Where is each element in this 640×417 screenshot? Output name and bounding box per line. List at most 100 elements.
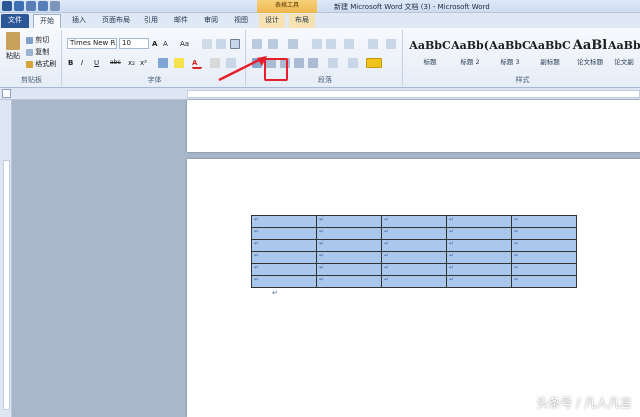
style-heading-3-sample: AaBbC — [489, 39, 531, 52]
tab-file[interactable]: 文件 — [1, 14, 29, 28]
save-icon[interactable] — [14, 1, 24, 11]
table-cell[interactable]: ↵ — [381, 215, 447, 228]
print-preview-icon[interactable] — [50, 1, 60, 11]
table-cell[interactable]: ↵ — [511, 275, 577, 288]
italic-button[interactable]: I — [81, 57, 90, 69]
vertical-ruler-scale[interactable] — [3, 160, 10, 410]
bold-button[interactable]: B — [68, 57, 77, 69]
table-cell[interactable]: ↵ — [251, 263, 317, 276]
table-cell[interactable]: ↵ — [251, 215, 317, 228]
table-cell[interactable]: ↵ — [446, 275, 512, 288]
paste-button[interactable]: 粘贴 — [4, 32, 22, 64]
copy-label: 复制 — [35, 48, 50, 56]
document-table[interactable]: ↵ ↵ ↵ ↵ ↵ ↵ ↵ ↵ ↵ ↵ ↵ ↵ ↵ ↵ ↵ ↵ ↵ ↵ ↵ ↵ ↵ ↵ ↵ ↵ ↵ ↵ ↵ ↵ ↵ ↵ — [251, 215, 577, 288]
tab-review[interactable]: 审阅 — [199, 14, 223, 28]
redo-icon[interactable] — [38, 1, 48, 11]
font-color-button[interactable]: A — [192, 57, 202, 69]
table-cell[interactable]: ↵ — [381, 263, 447, 276]
shrink-font-button[interactable]: A — [163, 38, 173, 50]
clear-format-icon[interactable] — [202, 39, 212, 49]
table-cell[interactable]: ↵ — [251, 239, 317, 252]
format-painter-label: 格式刷 — [35, 60, 57, 68]
undo-icon[interactable] — [26, 1, 36, 11]
page-previous — [187, 100, 640, 152]
table-cell[interactable]: ↵ — [446, 251, 512, 264]
page-current[interactable] — [187, 159, 640, 417]
ruler-scale[interactable] — [187, 90, 640, 98]
shading-icon[interactable] — [348, 58, 358, 68]
style-heading-2[interactable]: AaBb( 标题 2 — [449, 36, 491, 76]
table-cell[interactable]: ↵ — [446, 263, 512, 276]
highlight-color-icon[interactable] — [174, 58, 184, 68]
copy-button[interactable]: 复制 — [26, 46, 60, 58]
table-cell[interactable]: ↵ — [381, 251, 447, 264]
table-cell[interactable]: ↵ — [381, 227, 447, 240]
table-cell[interactable]: ↵ — [251, 227, 317, 240]
table-cell[interactable]: ↵ — [511, 215, 577, 228]
style-heading-3[interactable]: AaBbC 标题 3 — [489, 36, 531, 76]
table-cell[interactable]: ↵ — [316, 239, 382, 252]
table-cell[interactable]: ↵ — [316, 263, 382, 276]
justify-icon[interactable] — [294, 58, 304, 68]
bullets-icon[interactable] — [252, 39, 262, 49]
tab-table-layout[interactable]: 布局 — [289, 14, 315, 28]
table-cell[interactable]: ↵ — [316, 227, 382, 240]
borders-icon[interactable] — [366, 58, 382, 68]
strikethrough-button[interactable]: abc — [110, 57, 124, 69]
increase-indent-icon[interactable] — [326, 39, 336, 49]
sort-icon[interactable] — [368, 39, 378, 49]
style-title[interactable]: AaBbC 标题 — [409, 36, 451, 76]
character-border-icon[interactable] — [230, 39, 240, 49]
tab-selector[interactable] — [2, 89, 11, 98]
table-cell[interactable]: ↵ — [316, 251, 382, 264]
font-size-select[interactable]: 10 — [119, 38, 149, 49]
style-subtitle[interactable]: AaBbC 副标题 — [529, 36, 571, 76]
chinese-layout-icon[interactable] — [344, 39, 354, 49]
text-effects-icon[interactable] — [158, 58, 168, 68]
table-cell[interactable]: ↵ — [316, 275, 382, 288]
numbering-icon[interactable] — [268, 39, 278, 49]
table-cell[interactable]: ↵ — [446, 227, 512, 240]
table-cell[interactable]: ↵ — [511, 239, 577, 252]
word-app-icon[interactable] — [2, 1, 12, 11]
grow-font-button[interactable]: A — [152, 38, 162, 50]
line-spacing-icon[interactable] — [328, 58, 338, 68]
table-cell[interactable]: ↵ — [511, 227, 577, 240]
watermark-text: 头条号 / 凡人凡言 — [536, 396, 632, 410]
change-case-button[interactable]: Aa — [180, 38, 194, 50]
style-paper-subtitle[interactable]: AaBbC 论文副 — [608, 36, 640, 76]
cut-label: 剪切 — [35, 36, 50, 44]
superscript-button[interactable]: x² — [140, 57, 150, 69]
font-name-select[interactable]: Times New R — [67, 38, 117, 49]
table-cell[interactable]: ↵ — [511, 263, 577, 276]
tab-table-design[interactable]: 设计 — [259, 14, 285, 28]
table-cell[interactable]: ↵ — [316, 215, 382, 228]
table-cell[interactable]: ↵ — [446, 239, 512, 252]
table-cell[interactable]: ↵ — [511, 251, 577, 264]
table-cell[interactable]: ↵ — [381, 239, 447, 252]
tab-references[interactable]: 引用 — [139, 14, 163, 28]
table-cell[interactable]: ↵ — [446, 215, 512, 228]
table-cell[interactable]: ↵ — [251, 251, 317, 264]
multilevel-list-icon[interactable] — [288, 39, 298, 49]
horizontal-ruler — [0, 88, 640, 100]
style-heading-2-name: 标题 2 — [460, 58, 480, 66]
underline-button[interactable]: U — [94, 57, 103, 69]
paintbrush-icon — [26, 60, 33, 68]
table-cell[interactable]: ↵ — [251, 275, 317, 288]
tab-insert[interactable]: 插入 — [66, 14, 92, 28]
cut-button[interactable]: 剪切 — [26, 34, 60, 46]
phonetic-guide-icon[interactable] — [216, 39, 226, 49]
tab-view[interactable]: 视图 — [229, 14, 253, 28]
style-paper-title[interactable]: AaBl 论文标题 — [569, 36, 611, 76]
tab-mailings[interactable]: 邮件 — [169, 14, 193, 28]
styles-group-label: 样式 — [515, 76, 530, 84]
decrease-indent-icon[interactable] — [312, 39, 322, 49]
table-cell[interactable]: ↵ — [381, 275, 447, 288]
format-painter-button[interactable]: 格式刷 — [26, 58, 62, 70]
distributed-icon[interactable] — [308, 58, 318, 68]
tab-page-layout[interactable]: 页面布局 — [98, 14, 134, 28]
tab-home[interactable]: 开始 — [33, 14, 61, 28]
subscript-button[interactable]: x₂ — [128, 57, 138, 69]
show-marks-icon[interactable] — [386, 39, 396, 49]
